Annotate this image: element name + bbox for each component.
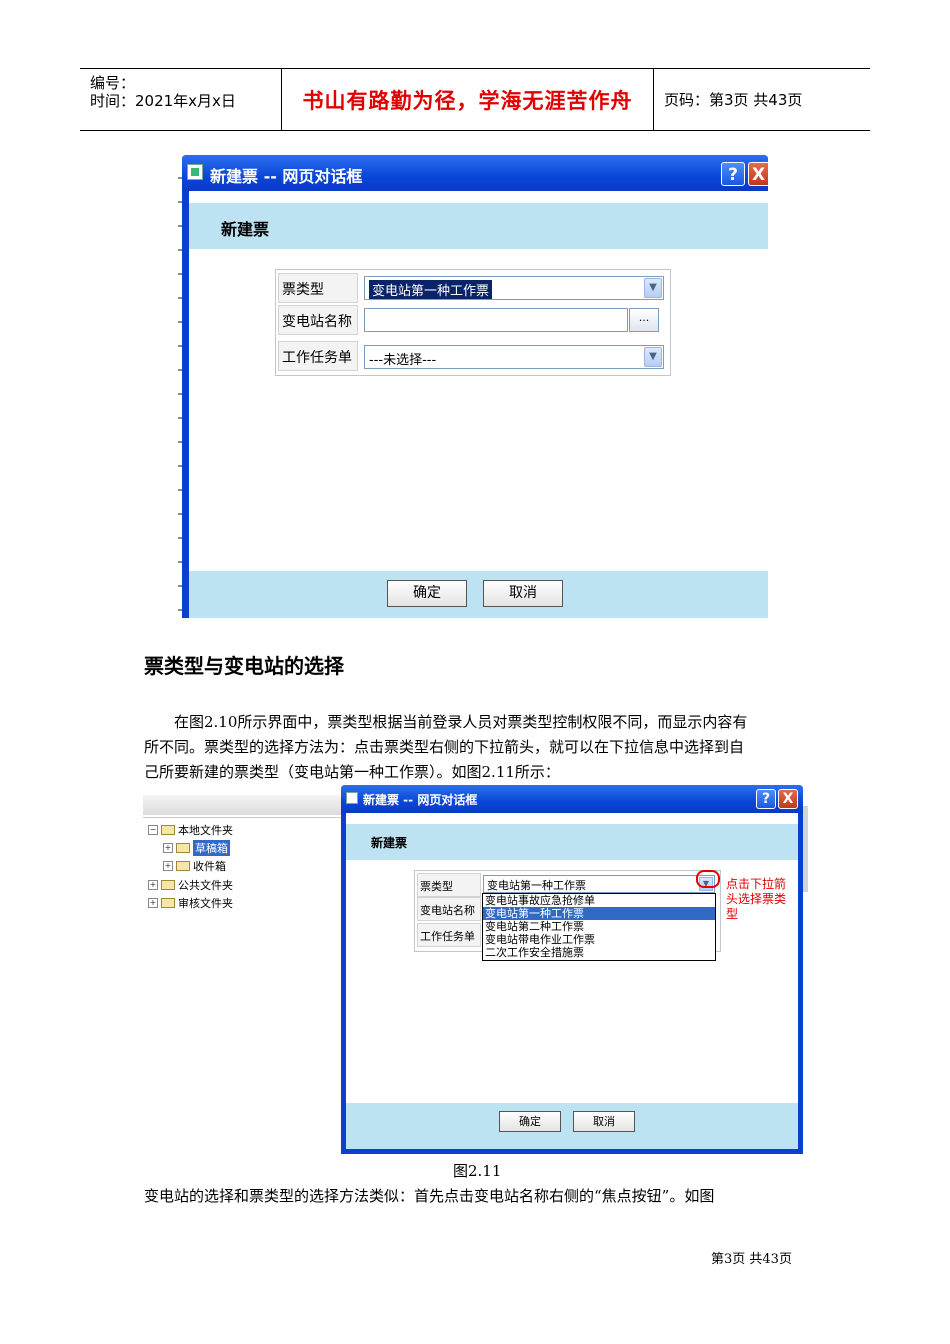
paragraph-line: 在图2.10所示界面中，票类型根据当前登录人员对票类型控制权限不同，而显示内容有 <box>174 713 748 731</box>
page-header: 编号： 时间：2021年x月x日 书山有路勤为径，学海无涯苦作舟 页码：第3页 … <box>80 68 870 131</box>
time-label: 时间：2021年x月x日 <box>90 92 236 110</box>
dialog-titlebar: 新建票 -- 网页对话框 <box>182 155 768 191</box>
dropdown-option-selected[interactable]: 变电站第一种工作票 <box>483 907 715 920</box>
task-select[interactable]: ---未选择--- ▼ <box>364 345 664 369</box>
dialog-title: 新建票 -- 网页对话框 <box>210 167 363 186</box>
page-icon <box>346 792 358 804</box>
substation-label: 变电站名称 <box>417 897 481 921</box>
ok-button[interactable]: 确定 <box>499 1111 561 1132</box>
folder-icon <box>161 825 175 835</box>
dropdown-option[interactable]: 二次工作安全措施票 <box>483 946 715 959</box>
dialog-heading: 新建票 <box>371 836 408 850</box>
expand-icon[interactable]: + <box>148 880 158 890</box>
ticket-type-select[interactable]: 变电站第一种工作票 ▼ <box>364 276 664 300</box>
dialog-title: 新建票 -- 网页对话框 <box>363 793 478 807</box>
task-label: 工作任务单 <box>278 341 358 371</box>
motto: 书山有路勤为径，学海无涯苦作舟 <box>302 88 633 113</box>
tree-toolbar <box>143 795 343 815</box>
close-button[interactable]: X <box>748 162 768 186</box>
substation-label: 变电站名称 <box>278 305 358 335</box>
tree-item[interactable]: + 公共文件夹 <box>148 877 233 893</box>
folder-icon <box>176 861 190 871</box>
page-icon <box>187 164 203 180</box>
header-motto-cell: 书山有路勤为径，学海无涯苦作舟 <box>282 69 654 130</box>
ticket-form: 票类型 变电站第一种工作票 ▼ 变电站名称 ... 工作任务单 ---未选择--… <box>275 269 671 376</box>
ticket-type-select[interactable]: 变电站第一种工作票 ▼ <box>483 875 715 893</box>
ok-button[interactable]: 确定 <box>387 580 467 607</box>
dialog-footer-bar <box>189 571 768 618</box>
tree-divider <box>143 817 343 818</box>
new-ticket-dialog-screenshot: 新建票 -- 网页对话框 ? X 新建票 票类型 变电站第一种工作票 ▼ 变电站… <box>178 155 768 618</box>
tree-item[interactable]: + 收件箱 <box>163 858 226 874</box>
tree-item-label: 草稿箱 <box>193 840 230 856</box>
paragraph-line: 所不同。票类型的选择方法为：点击票类型右侧的下拉箭头，就可以在下拉信息中选择到自 <box>144 738 745 756</box>
dialog-titlebar: 新建票 -- 网页对话框 <box>341 785 803 813</box>
close-button[interactable]: X <box>778 789 798 809</box>
collapse-icon[interactable]: − <box>148 825 158 835</box>
section-heading: 票类型与变电站的选择 <box>144 654 344 678</box>
expand-icon[interactable]: + <box>148 898 158 908</box>
page-footer: 第3页 共43页 <box>711 1252 792 1267</box>
dialog-body: 新建票 票类型 变电站第一种工作票 ▼ 变电站名称 工作任务单 变电站事故应急抢… <box>346 813 798 1149</box>
expand-icon[interactable]: + <box>163 843 173 853</box>
folder-icon <box>161 880 175 890</box>
tree-item-label: 收件箱 <box>193 860 226 873</box>
new-ticket-dialog-dropdown-screenshot: 新建票 -- 网页对话框 ? X 新建票 票类型 变电站第一种工作票 ▼ 变电站… <box>341 785 803 1154</box>
dialog-heading: 新建票 <box>221 220 270 239</box>
tree-item[interactable]: + 审核文件夹 <box>148 895 233 911</box>
expand-icon[interactable]: + <box>163 861 173 871</box>
dialog-heading-bar: 新建票 <box>346 824 798 860</box>
background-window-edge <box>803 806 808 892</box>
dropdown-option[interactable]: 变电站事故应急抢修单 <box>483 894 715 907</box>
dialog-heading-bar: 新建票 <box>189 203 768 249</box>
chevron-down-icon[interactable]: ▼ <box>644 278 662 298</box>
tree-item[interactable]: + 草稿箱 <box>163 840 230 856</box>
ticket-type-dropdown-list: 变电站事故应急抢修单 变电站第一种工作票 变电站第二种工作票 变电站带电作业工作… <box>482 893 716 961</box>
ticket-type-value: 变电站第一种工作票 <box>487 879 586 892</box>
task-label: 工作任务单 <box>417 923 481 947</box>
tree-item-label: 公共文件夹 <box>178 879 233 892</box>
figure-caption: 图2.11 <box>453 1162 502 1180</box>
ticket-type-value: 变电站第一种工作票 <box>369 280 493 299</box>
dropdown-option[interactable]: 变电站第二种工作票 <box>483 920 715 933</box>
dialog-body: 新建票 票类型 变电站第一种工作票 ▼ 变电站名称 ... 工作任务单 ---未… <box>189 191 768 618</box>
substation-input[interactable] <box>364 308 628 332</box>
tree-item[interactable]: − 本地文件夹 <box>148 822 233 838</box>
help-button[interactable]: ? <box>721 162 745 186</box>
paragraph-line: 己所要新建的票类型（变电站第一种工作票）。如图2.11所示： <box>144 763 560 781</box>
folder-tree: − 本地文件夹 + 草稿箱 + 收件箱 + 公共文件夹 + 审核文件夹 <box>143 795 343 925</box>
paragraph-line: 变电站的选择和票类型的选择方法类似：首先点击变电站名称右侧的“焦点按钮”。如图 <box>144 1187 715 1205</box>
ticket-type-label: 票类型 <box>417 873 481 897</box>
cancel-button[interactable]: 取消 <box>573 1111 635 1132</box>
folder-icon <box>161 898 175 908</box>
dropdown-option[interactable]: 变电站带电作业工作票 <box>483 933 715 946</box>
chevron-down-icon[interactable]: ▼ <box>644 347 662 367</box>
browse-button[interactable]: ... <box>629 308 659 332</box>
page-info: 页码：第3页 共43页 <box>664 91 803 109</box>
dialog-footer-bar <box>346 1103 798 1149</box>
annotation-circle <box>696 870 720 888</box>
help-button[interactable]: ? <box>756 789 776 809</box>
cancel-button[interactable]: 取消 <box>483 580 563 607</box>
ticket-type-label: 票类型 <box>278 273 358 303</box>
folder-icon <box>176 843 190 853</box>
tree-item-label: 审核文件夹 <box>178 897 233 910</box>
header-meta-cell: 编号： 时间：2021年x月x日 <box>80 69 282 130</box>
task-value: ---未选择--- <box>369 353 437 368</box>
header-page-cell: 页码：第3页 共43页 <box>654 69 870 130</box>
tree-item-label: 本地文件夹 <box>178 824 233 837</box>
annotation-note: 点击下拉箭头选择票类型 <box>726 877 787 921</box>
